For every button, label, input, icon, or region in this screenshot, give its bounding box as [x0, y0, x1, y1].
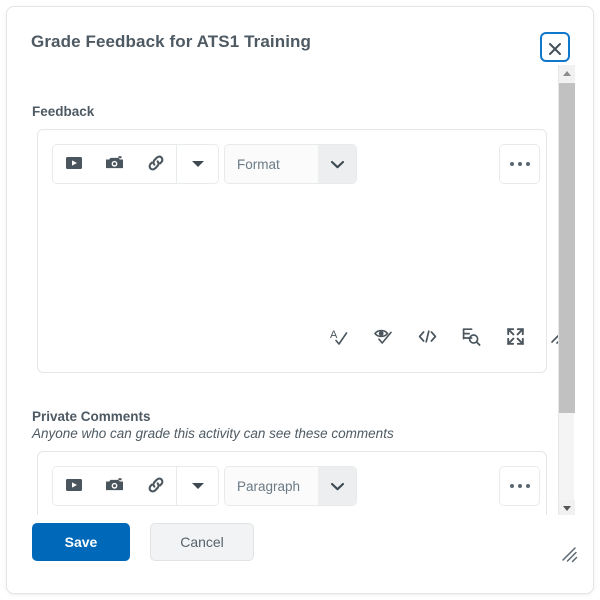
close-icon — [542, 38, 568, 60]
insert-stuff-play-icon-button[interactable] — [53, 467, 94, 505]
private-comments-format-select[interactable]: Paragraph — [224, 466, 357, 506]
fullscreen-expand-icon[interactable] — [504, 325, 526, 347]
scroll-up-arrow-icon[interactable] — [559, 65, 575, 82]
grade-feedback-dialog: Grade Feedback for ATS1 Training Feedbac… — [6, 6, 594, 594]
private-comments-label: Private Comments — [32, 409, 151, 424]
dialog-footer: Save Cancel — [7, 515, 593, 593]
insert-image-camera-icon — [104, 475, 125, 498]
accessibility-checker-icon[interactable] — [372, 325, 394, 347]
feedback-editor-status-bar: A — [328, 325, 570, 347]
private-comments-more-actions-button[interactable] — [499, 466, 540, 506]
feedback-format-value: Format — [225, 145, 318, 183]
close-button[interactable] — [540, 32, 570, 62]
insert-stuff-play-icon-button[interactable] — [53, 145, 94, 183]
private-comments-sublabel: Anyone who can grade this activity can s… — [32, 426, 394, 441]
feedback-format-select[interactable]: Format — [224, 144, 357, 184]
feedback-toolbar-group — [52, 144, 219, 184]
ellipsis-icon — [509, 162, 530, 166]
feedback-editor[interactable]: Format A — [37, 129, 567, 373]
chevron-down-icon — [318, 467, 356, 505]
html-source-code-icon[interactable] — [416, 325, 438, 347]
dialog-body-scroll-area: Feedback Format A Private Comments Anyon… — [7, 65, 593, 517]
insert-image-camera-icon — [104, 153, 125, 176]
private-comments-format-value: Paragraph — [225, 467, 318, 505]
quicklink-chain-icon-button[interactable] — [135, 467, 176, 505]
feedback-more-actions-button[interactable] — [499, 144, 540, 184]
insert-stuff-play-icon — [64, 153, 84, 176]
feedback-label: Feedback — [32, 104, 95, 119]
private-comments-toolbar-group — [52, 466, 219, 506]
save-button[interactable]: Save — [32, 523, 130, 561]
quicklink-chain-icon — [146, 475, 166, 498]
toolbar-overflow-caret-icon — [191, 479, 205, 494]
chevron-down-icon — [318, 145, 356, 183]
quicklink-chain-icon-button[interactable] — [135, 145, 176, 183]
private-comments-editor[interactable]: Paragraph — [37, 451, 547, 517]
dialog-resize-handle-icon[interactable] — [561, 546, 579, 569]
dialog-scrollbar[interactable] — [558, 65, 575, 517]
insert-image-camera-icon-button[interactable] — [94, 145, 135, 183]
insert-stuff-play-icon — [64, 475, 84, 498]
spellcheck-icon[interactable]: A — [328, 325, 350, 347]
quicklink-chain-icon — [146, 153, 166, 176]
toolbar-overflow-caret-icon-button[interactable] — [177, 467, 218, 505]
svg-text:A: A — [330, 329, 338, 341]
insert-image-camera-icon-button[interactable] — [94, 467, 135, 505]
ellipsis-icon — [509, 484, 530, 488]
toolbar-overflow-caret-icon — [191, 157, 205, 172]
cancel-button[interactable]: Cancel — [150, 523, 254, 561]
dialog-title: Grade Feedback for ATS1 Training — [31, 32, 311, 51]
scrollbar-thumb[interactable] — [559, 83, 575, 413]
word-count-icon[interactable] — [460, 325, 482, 347]
dialog-header: Grade Feedback for ATS1 Training — [7, 7, 593, 67]
toolbar-overflow-caret-icon-button[interactable] — [177, 145, 218, 183]
